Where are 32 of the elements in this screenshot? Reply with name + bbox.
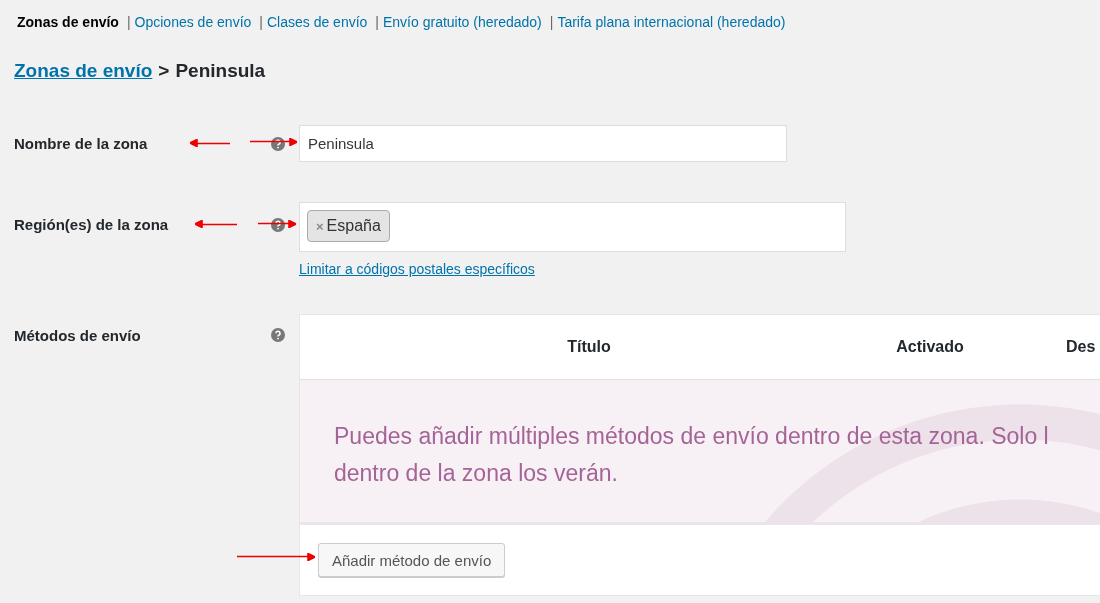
nav-separator: | [549,14,554,30]
field-label: Nombre de la zona [14,135,148,152]
field-label: Métodos de envío [14,327,141,344]
add-method-button[interactable]: Añadir método de envío [318,543,506,577]
column-header: Título [566,338,612,356]
annotation-arrow [195,220,237,228]
annotation-arrow [258,220,296,228]
annotation-arrow [250,138,297,146]
select-field[interactable]: × España [299,202,846,252]
column-header: Des [1065,338,1097,356]
subnav-link[interactable]: Clases de envío [266,14,368,30]
subnav-link[interactable]: Envío gratuito (heredado) [383,14,542,30]
breadcrumb-link[interactable]: Zonas de envío [14,60,153,82]
annotation-arrow [190,139,230,147]
help-icon [271,218,285,232]
empty-message: Puedes añadir múltiples métodos de envío dentro de esta zona. Solo l dentro de la zona los verán. [333,422,1050,488]
remove-icon[interactable]: × [316,218,324,234]
subnav-link[interactable]: Zonas de envío [17,14,119,30]
postcode-link[interactable]: Limitar a códigos postales específicos [299,261,535,277]
nav-separator: | [259,14,263,30]
field-label: Región(es) de la zona [14,216,169,233]
subnav-link[interactable]: Opciones de envío [134,14,252,30]
column-header: Activado [895,338,965,356]
nav-separator: | [126,14,131,30]
input-field[interactable]: Peninsula [299,125,787,162]
help-icon [271,328,285,342]
help-icon [271,136,285,151]
nav-separator: | [375,14,379,30]
subnav-link[interactable]: Tarifa plana internacional (heredado) [557,14,786,30]
page-title: Peninsula [175,60,266,82]
breadcrumb-separator: > [158,60,170,82]
tag-label: España [326,217,381,235]
